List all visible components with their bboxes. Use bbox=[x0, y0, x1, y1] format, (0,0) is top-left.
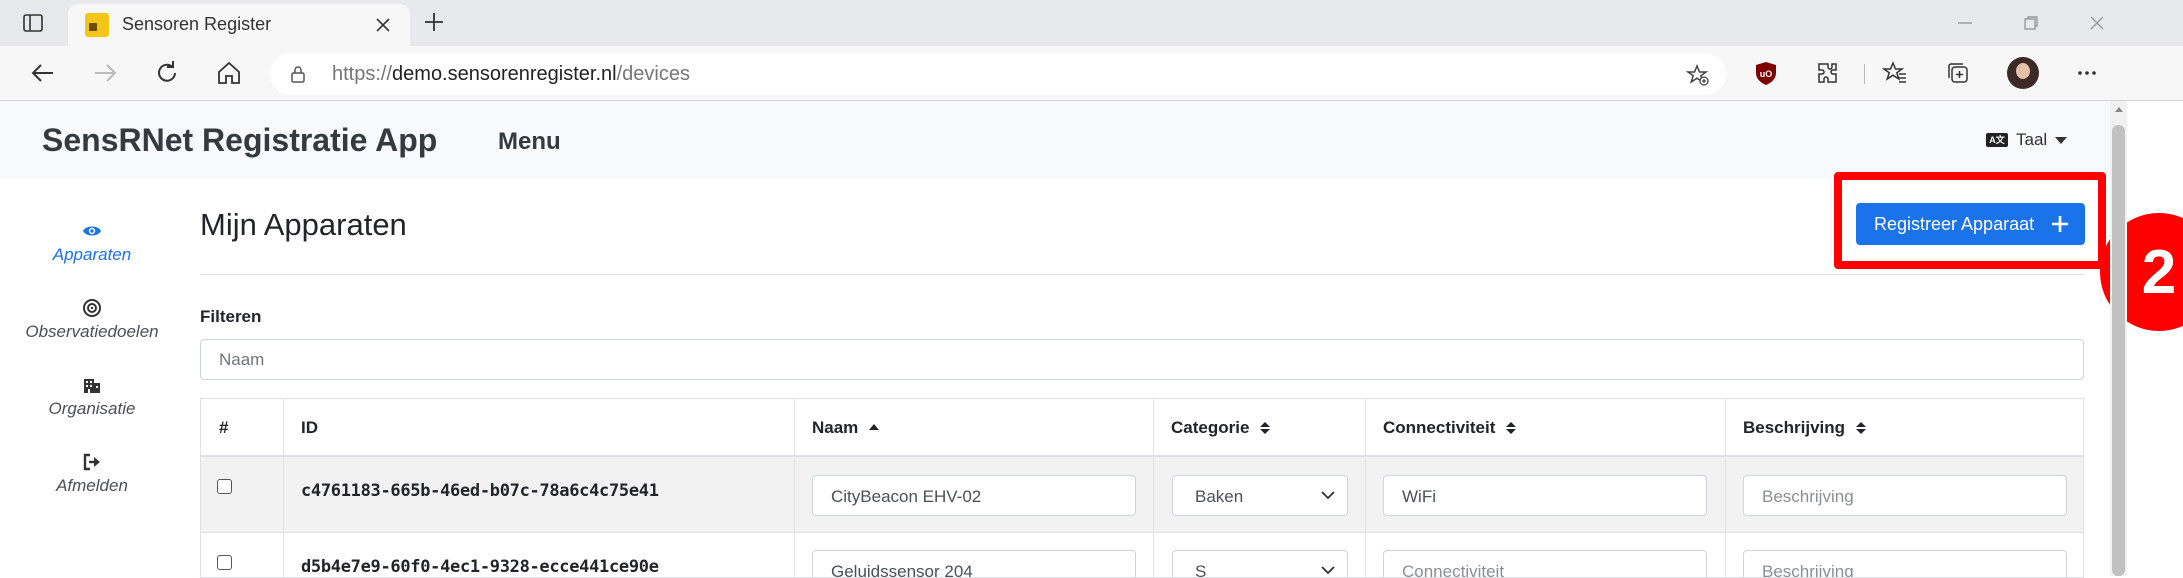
device-category-select[interactable]: S bbox=[1172, 550, 1348, 577]
column-header-naam[interactable]: Naam bbox=[812, 418, 880, 438]
chevron-down-icon bbox=[1321, 491, 1335, 500]
home-icon[interactable] bbox=[214, 58, 244, 88]
device-category-select[interactable]: Baken bbox=[1172, 475, 1348, 516]
close-window-icon[interactable] bbox=[2088, 14, 2106, 32]
table-row: d5b4e7e9-60f0-4ec1-9328-ecce441ce90e Gel… bbox=[201, 533, 2083, 577]
column-header-label: Beschrijving bbox=[1743, 418, 1846, 437]
device-description-input[interactable]: Beschrijving bbox=[1743, 550, 2067, 577]
column-header-label: Naam bbox=[812, 418, 859, 437]
sidebar-item-label: Observatiedoelen bbox=[25, 322, 159, 341]
devices-table: c4761183-665b-46ed-b07c-78a6c4c75e41 Cit… bbox=[200, 398, 2084, 578]
browser-tab[interactable]: Sensoren Register bbox=[68, 4, 410, 46]
column-divider bbox=[1365, 399, 1366, 577]
caret-down-icon bbox=[2055, 136, 2068, 144]
row-checkbox[interactable] bbox=[217, 555, 232, 570]
column-header-label: Categorie bbox=[1171, 418, 1250, 437]
column-header-id: ID bbox=[301, 418, 318, 438]
device-name-input[interactable]: CityBeacon EHV-02 bbox=[812, 475, 1136, 516]
browser-tab-strip: Sensoren Register bbox=[0, 0, 2183, 46]
app-brand[interactable]: SensRNet Registratie App bbox=[42, 122, 437, 159]
minimize-icon[interactable] bbox=[1956, 14, 1974, 32]
extensions-icon[interactable] bbox=[1815, 60, 1841, 86]
site-favicon-icon bbox=[85, 13, 109, 37]
device-name-input[interactable]: Geluidssensor 204 bbox=[812, 550, 1136, 577]
collections-icon[interactable] bbox=[1945, 60, 1971, 86]
filter-label: Filteren bbox=[200, 307, 262, 326]
sidebar-item-label: Apparaten bbox=[52, 245, 132, 264]
app-navbar: SensRNet Registratie App Menu A文 Taal bbox=[0, 101, 2110, 179]
refresh-icon[interactable] bbox=[152, 58, 182, 88]
eye-icon bbox=[83, 226, 101, 236]
table-row: c4761183-665b-46ed-b07c-78a6c4c75e41 Cit… bbox=[201, 457, 2083, 533]
scrollbar-thumb[interactable] bbox=[2112, 125, 2125, 576]
page-scrollbar[interactable] bbox=[2110, 101, 2127, 576]
url-text: https://demo.sensorenregister.nl/devices bbox=[332, 63, 690, 86]
sidebar-item-observatiedoelen[interactable]: Observatiedoelen bbox=[0, 298, 184, 342]
sidebar-item-organisatie[interactable]: Organisatie bbox=[0, 375, 184, 419]
restore-icon[interactable] bbox=[2022, 14, 2040, 32]
address-bar[interactable]: https://demo.sensorenregister.nl/devices bbox=[270, 53, 1726, 95]
back-icon[interactable] bbox=[28, 58, 58, 88]
table-header-row: # ID Naam Categorie Connectiviteit Besch… bbox=[201, 399, 2083, 457]
browser-toolbar: https://demo.sensorenregister.nl/devices… bbox=[0, 46, 2183, 101]
device-connectivity-input[interactable]: WiFi bbox=[1383, 475, 1707, 516]
menu-link[interactable]: Menu bbox=[498, 128, 561, 156]
sidebar-item-label: Afmelden bbox=[56, 476, 128, 495]
sort-up-icon bbox=[869, 424, 880, 430]
url-path: /devices bbox=[616, 63, 690, 85]
filter-name-input[interactable]: Naam bbox=[200, 339, 2084, 380]
device-id: d5b4e7e9-60f0-4ec1-9328-ecce441ce90e bbox=[301, 557, 659, 577]
column-header-connectiviteit[interactable]: Connectiviteit bbox=[1383, 418, 1517, 438]
column-header-categorie[interactable]: Categorie bbox=[1171, 418, 1271, 438]
sort-icon bbox=[1260, 422, 1271, 434]
sidebar-item-apparaten[interactable]: Apparaten bbox=[0, 221, 184, 265]
column-header-beschrijving[interactable]: Beschrijving bbox=[1743, 418, 1867, 438]
ublock-icon[interactable]: uO bbox=[1753, 60, 1779, 86]
column-divider bbox=[1153, 399, 1154, 577]
target-icon bbox=[83, 299, 101, 317]
sort-icon bbox=[1506, 422, 1517, 434]
sidebar-toggle-icon[interactable] bbox=[22, 12, 44, 34]
forward-icon[interactable] bbox=[90, 58, 120, 88]
plus-icon bbox=[2052, 216, 2068, 232]
column-divider bbox=[283, 399, 284, 577]
column-header-select: # bbox=[219, 418, 228, 438]
column-divider bbox=[1725, 399, 1726, 577]
profile-avatar[interactable] bbox=[2007, 57, 2039, 89]
device-category-value: Baken bbox=[1195, 487, 1244, 506]
scroll-up-icon[interactable] bbox=[2115, 107, 2123, 112]
device-connectivity-input[interactable]: Connectiviteit bbox=[1383, 550, 1707, 577]
row-checkbox[interactable] bbox=[217, 479, 232, 494]
sidebar-item-afmelden[interactable]: Afmelden bbox=[0, 452, 184, 496]
device-description-input[interactable]: Beschrijving bbox=[1743, 475, 2067, 516]
close-tab-icon[interactable] bbox=[374, 16, 392, 34]
more-options-icon[interactable] bbox=[2074, 60, 2100, 86]
url-host: demo.sensorenregister.nl bbox=[392, 63, 617, 85]
register-device-button[interactable]: Registreer Apparaat bbox=[1856, 203, 2085, 245]
lock-icon[interactable] bbox=[288, 64, 308, 84]
page-title: Mijn Apparaten bbox=[200, 207, 407, 242]
column-header-label: ID bbox=[301, 418, 318, 437]
add-favorite-icon[interactable] bbox=[1686, 63, 1710, 87]
language-dropdown[interactable]: A文 Taal bbox=[1986, 130, 2068, 150]
language-label: Taal bbox=[2016, 130, 2048, 149]
tab-title: Sensoren Register bbox=[122, 14, 272, 34]
new-tab-icon[interactable] bbox=[423, 11, 445, 33]
translate-icon: A文 bbox=[1986, 133, 2008, 147]
toolbar-separator bbox=[1864, 64, 1865, 84]
column-divider bbox=[794, 399, 795, 577]
sort-icon bbox=[1856, 422, 1867, 434]
building-icon bbox=[84, 379, 100, 393]
sidebar-item-label: Organisatie bbox=[48, 399, 136, 418]
register-device-label: Registreer Apparaat bbox=[1874, 213, 2035, 234]
column-header-label: # bbox=[219, 418, 229, 437]
column-header-label: Connectiviteit bbox=[1383, 418, 1496, 437]
title-divider bbox=[200, 274, 2084, 275]
sign-out-icon bbox=[83, 453, 100, 471]
favorites-icon[interactable] bbox=[1882, 60, 1908, 86]
svg-text:uO: uO bbox=[1760, 69, 1773, 79]
device-id: c4761183-665b-46ed-b07c-78a6c4c75e41 bbox=[301, 481, 659, 501]
url-prefix: https:// bbox=[332, 63, 393, 85]
chevron-down-icon bbox=[1321, 566, 1335, 575]
